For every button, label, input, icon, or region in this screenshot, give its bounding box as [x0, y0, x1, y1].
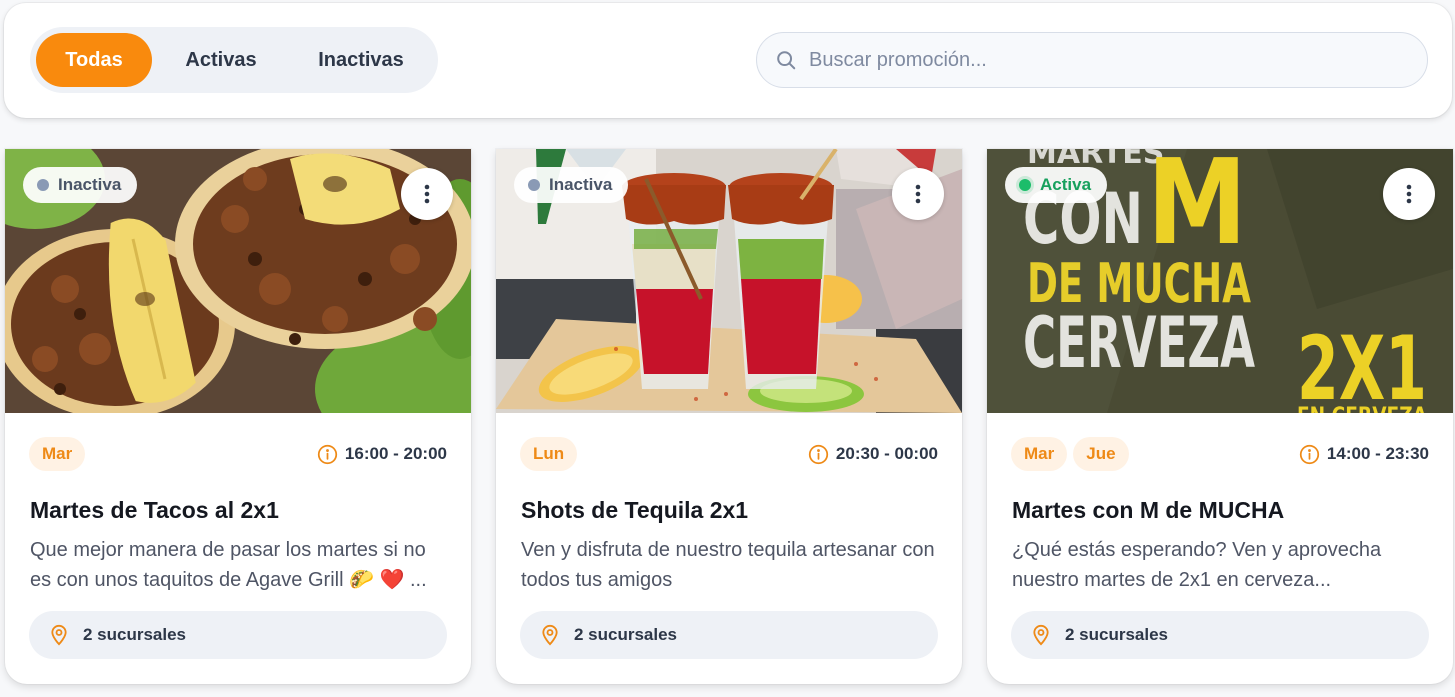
promotion-title: Martes con M de MUCHA: [1012, 497, 1285, 523]
branches-label: 2 sucursales: [574, 625, 678, 644]
time-range: 16:00 - 20:00: [344, 444, 447, 463]
more-options-button[interactable]: [401, 168, 453, 220]
more-options-button[interactable]: [1383, 168, 1435, 220]
schedule-row: Mar 16:00 - 20:00: [29, 437, 447, 471]
status-tabs: Todas Activas Inactivas: [30, 27, 438, 93]
days-list: Mar: [29, 437, 86, 471]
more-vertical-icon: [1406, 184, 1412, 204]
status-label: Activa: [1040, 175, 1092, 194]
promotion-image: Inactiva: [496, 149, 962, 413]
promotion-image: Inactiva: [5, 149, 471, 413]
branches-button[interactable]: 2 sucursales: [520, 611, 938, 659]
day-chip: Lun: [520, 437, 578, 471]
promotion-title: Martes de Tacos al 2x1: [30, 497, 279, 523]
search-icon: [777, 51, 796, 70]
status-dot: [37, 179, 49, 191]
promotion-description: Que mejor manera de pasar los martes si …: [30, 539, 427, 591]
poster-promo: 2X1: [1297, 317, 1427, 413]
poster-promo-sub: EN CERVEZA: [1297, 404, 1427, 413]
promotion-title: Shots de Tequila 2x1: [521, 497, 749, 523]
day-chip: Mar: [29, 437, 86, 471]
schedule-time: 14:00 - 23:30: [1299, 444, 1429, 465]
status-badge: Inactiva: [23, 167, 138, 203]
more-options-button[interactable]: [892, 168, 944, 220]
days-list: Lun: [520, 437, 578, 471]
schedule-time: 20:30 - 00:00: [808, 444, 938, 465]
schedule-time: 16:00 - 20:00: [317, 444, 447, 465]
branches-button[interactable]: 2 sucursales: [29, 611, 447, 659]
poster-line4: CERVEZA: [1023, 302, 1255, 384]
tab-activas[interactable]: Activas: [152, 33, 290, 87]
info-clock-icon: [808, 444, 829, 464]
tab-todas[interactable]: Todas: [36, 33, 152, 87]
location-pin-icon: [542, 624, 558, 646]
branches-button[interactable]: 2 sucursales: [1011, 611, 1429, 659]
promotion-card[interactable]: Inactiva Mar 16:00 - 20:00 Martes de Tac…: [5, 149, 471, 684]
location-pin-icon: [51, 624, 67, 646]
promotion-card[interactable]: MARTES CON M DE MUCHA CERVEZA 2X1 EN CER…: [987, 149, 1453, 684]
branches-label: 2 sucursales: [1065, 625, 1169, 644]
schedule-row: Mar Jue 14:00 - 23:30: [1011, 437, 1429, 471]
branches-label: 2 sucursales: [83, 625, 187, 644]
more-vertical-icon: [915, 184, 921, 204]
info-clock-icon: [317, 444, 338, 464]
status-dot: [528, 179, 540, 191]
promotion-card[interactable]: Inactiva Lun 20:30 - 00:00 Shots de Tequ…: [496, 149, 962, 684]
time-range: 14:00 - 23:30: [1326, 444, 1429, 463]
day-chip: Mar: [1011, 437, 1068, 471]
tab-inactivas[interactable]: Inactivas: [290, 33, 432, 87]
status-badge: Activa: [1005, 167, 1108, 203]
search-input[interactable]: [809, 48, 1369, 72]
promotion-description: ¿Qué estás esperando? Ven y aprovecha nu…: [1012, 539, 1382, 591]
filter-bar: Todas Activas Inactivas: [4, 3, 1452, 118]
status-badge: Inactiva: [514, 167, 629, 203]
search-box[interactable]: [756, 32, 1428, 88]
status-dot: [1019, 179, 1031, 191]
status-label: Inactiva: [549, 175, 613, 194]
location-pin-icon: [1033, 624, 1049, 646]
time-range: 20:30 - 00:00: [835, 444, 938, 463]
days-list: Mar Jue: [1011, 437, 1129, 471]
info-clock-icon: [1299, 444, 1320, 464]
day-chip: Jue: [1073, 437, 1129, 471]
status-label: Inactiva: [58, 175, 122, 194]
more-vertical-icon: [424, 184, 430, 204]
schedule-row: Lun 20:30 - 00:00: [520, 437, 938, 471]
promotion-description: Ven y disfruta de nuestro tequila artesa…: [521, 539, 935, 591]
promotion-image: MARTES CON M DE MUCHA CERVEZA 2X1 EN CER…: [987, 149, 1453, 413]
